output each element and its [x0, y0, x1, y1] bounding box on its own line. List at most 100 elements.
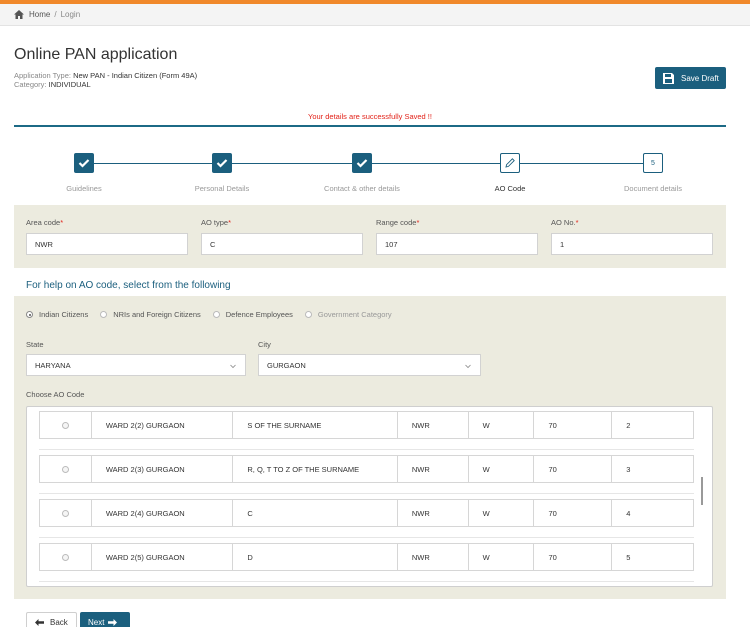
- row-radio-cell[interactable]: [40, 412, 92, 438]
- row-radio-cell[interactable]: [40, 500, 92, 526]
- next-label: Next: [88, 617, 105, 627]
- area-code-field[interactable]: NWR: [26, 233, 188, 255]
- radio-button[interactable]: [100, 311, 108, 318]
- ward-cell: WARD 2(4) GURGAON: [92, 500, 234, 526]
- radio-button[interactable]: [61, 509, 69, 517]
- area-cell: NWR: [398, 500, 469, 526]
- chevron-down-icon: [230, 364, 236, 369]
- state-label: State: [26, 340, 44, 349]
- radio-nri-foreign[interactable]: NRIs and Foreign Citizens: [100, 310, 201, 319]
- ao-no-cell: 2: [626, 420, 631, 430]
- surname-cell: S OF THE SURNAME: [233, 412, 398, 438]
- table-row[interactable]: WARD 2(5) GURGAON D NWR W 70 5: [39, 543, 694, 571]
- range-cell: 70: [534, 456, 613, 482]
- state-select[interactable]: HARYANA: [26, 354, 246, 376]
- range-cell: 70: [534, 544, 613, 570]
- ao-type-field[interactable]: C: [201, 233, 363, 255]
- save-draft-button[interactable]: Save Draft: [655, 67, 726, 89]
- type-cell: W: [469, 412, 535, 438]
- surname-cell: C: [233, 500, 398, 526]
- surname-cell: D: [233, 544, 398, 570]
- help-heading: For help on AO code, select from the fol…: [26, 280, 231, 291]
- range-cell: 70: [534, 500, 613, 526]
- divider: [14, 125, 726, 127]
- step-label: Contact & other details: [324, 184, 400, 193]
- arrow-right-icon: [108, 618, 118, 626]
- ward-cell: WARD 2(3) GURGAON: [92, 456, 234, 482]
- breadcrumb-current: Login: [60, 10, 81, 19]
- ao-code-list[interactable]: WARD 2(2) GURGAON S OF THE SURNAME NWR W…: [26, 406, 713, 587]
- area-cell: NWR: [398, 544, 469, 570]
- radio-government[interactable]: Government Category: [304, 310, 392, 319]
- step-ao-code[interactable]: [500, 153, 520, 173]
- row-divider: [39, 537, 694, 538]
- success-message: Your details are successfully Saved !!: [308, 112, 432, 121]
- row-divider: [39, 581, 694, 582]
- row-divider: [39, 493, 694, 494]
- category-label: Category:: [14, 80, 47, 89]
- row-divider: [39, 449, 694, 450]
- radio-button[interactable]: [304, 311, 312, 318]
- checkmark-icon: [356, 159, 368, 168]
- table-row[interactable]: WARD 2(3) GURGAON R, Q, T TO Z OF THE SU…: [39, 455, 694, 483]
- app-type-label: Application Type:: [14, 71, 71, 80]
- row-radio-cell[interactable]: [40, 544, 92, 570]
- radio-button[interactable]: [61, 421, 69, 429]
- next-button[interactable]: Next: [80, 612, 130, 627]
- list-scrollbar[interactable]: [700, 407, 704, 586]
- ao-code-panel: Area code* NWR AO type* C Range code* 10…: [14, 205, 726, 268]
- step-label: Guidelines: [66, 184, 102, 193]
- checkmark-icon: [216, 159, 228, 168]
- back-label: Back: [50, 617, 68, 627]
- category-radio-group: Indian Citizens NRIs and Foreign Citizen…: [26, 310, 404, 319]
- ao-no-label: AO No.*: [551, 218, 579, 227]
- step-connector: [372, 163, 500, 164]
- range-code-field[interactable]: 107: [376, 233, 538, 255]
- ao-no-field[interactable]: 1: [551, 233, 713, 255]
- step-connector: [520, 163, 643, 164]
- step-personal-details[interactable]: [212, 153, 232, 173]
- step-label: Personal Details: [194, 184, 250, 193]
- pencil-icon: [505, 158, 515, 168]
- arrow-left-icon: [35, 618, 44, 626]
- step-contact-details[interactable]: [352, 153, 372, 173]
- step-label: Document details: [624, 184, 682, 193]
- radio-indian-citizens[interactable]: Indian Citizens: [26, 310, 88, 319]
- save-draft-label: Save Draft: [681, 73, 719, 83]
- radio-button[interactable]: [212, 311, 220, 318]
- step-document-details[interactable]: 5: [643, 153, 663, 173]
- scrollbar-thumb[interactable]: [701, 477, 703, 505]
- radio-button[interactable]: [61, 465, 69, 473]
- radio-button[interactable]: [61, 553, 69, 561]
- ao-no-cell: 3: [626, 464, 631, 474]
- page-title: Online PAN application: [14, 46, 178, 63]
- ward-cell: WARD 2(2) GURGAON: [92, 412, 234, 438]
- choose-ao-label: Choose AO Code: [26, 390, 85, 399]
- floppy-disk-icon: [663, 72, 674, 84]
- range-cell: 70: [534, 412, 613, 438]
- breadcrumb-home[interactable]: Home: [29, 10, 50, 19]
- table-row[interactable]: WARD 2(4) GURGAON C NWR W 70 4: [39, 499, 694, 527]
- row-radio-cell[interactable]: [40, 456, 92, 482]
- table-row[interactable]: WARD 2(2) GURGAON S OF THE SURNAME NWR W…: [39, 411, 694, 439]
- app-type-value: New PAN - Indian Citizen (Form 49A): [73, 71, 198, 80]
- radio-defence[interactable]: Defence Employees: [212, 310, 293, 319]
- city-select[interactable]: GURGAON: [258, 354, 481, 376]
- step-label: AO Code: [494, 184, 526, 193]
- type-cell: W: [469, 456, 535, 482]
- back-button[interactable]: Back: [26, 612, 77, 627]
- chevron-down-icon: [465, 364, 471, 369]
- home-icon[interactable]: [14, 10, 24, 19]
- breadcrumb: Home / Login: [0, 4, 750, 26]
- radio-button[interactable]: [26, 311, 33, 318]
- step-connector: [94, 163, 212, 164]
- area-cell: NWR: [398, 412, 469, 438]
- row-divider: [39, 406, 694, 407]
- type-cell: W: [469, 500, 535, 526]
- progress-stepper: 5 Guidelines Personal Details Contact & …: [14, 144, 726, 194]
- ao-type-label: AO type*: [201, 218, 232, 227]
- step-connector: [232, 163, 352, 164]
- type-cell: W: [469, 544, 535, 570]
- ao-no-cell: 5: [626, 552, 631, 562]
- step-guidelines[interactable]: [74, 153, 94, 173]
